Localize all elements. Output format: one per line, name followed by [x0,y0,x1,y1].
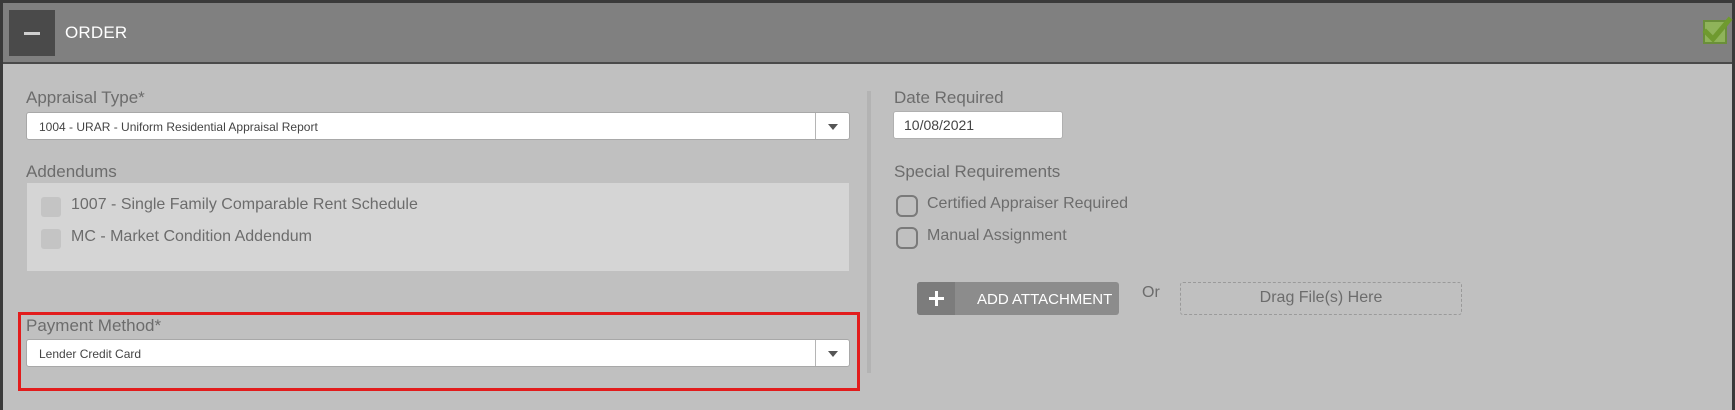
or-label: Or [1142,284,1160,301]
manual-assignment-label: Manual Assignment [927,227,1067,244]
column-divider [867,91,871,373]
payment-method-select[interactable]: Lender Credit Card [26,339,850,367]
order-panel: ORDER Appraisal Type* 1004 - URAR - Unif… [0,0,1735,410]
date-required-label: Date Required [894,88,1004,107]
addendum-checkbox[interactable] [41,229,61,249]
certified-appraiser-checkbox[interactable] [896,195,918,217]
addendums-list: 1007 - Single Family Comparable Rent Sch… [27,183,849,271]
panel-title: ORDER [65,23,128,42]
payment-method-value: Lender Credit Card [39,347,142,361]
appraisal-type-select[interactable]: 1004 - URAR - Uniform Residential Apprai… [26,112,850,140]
add-attachment-label: ADD ATTACHMENT [977,291,1113,308]
addendum-label: 1007 - Single Family Comparable Rent Sch… [71,196,418,213]
chevron-down-icon[interactable] [815,113,849,139]
add-attachment-button[interactable]: ADD ATTACHMENT [917,282,1119,315]
date-required-input[interactable]: 10/08/2021 [893,111,1063,139]
file-drop-zone[interactable]: Drag File(s) Here [1180,282,1462,315]
collapse-button[interactable] [9,10,55,56]
chevron-down-icon[interactable] [815,340,849,366]
certified-appraiser-label: Certified Appraiser Required [927,195,1128,212]
addendum-checkbox[interactable] [41,197,61,217]
date-required-value: 10/08/2021 [904,117,975,133]
appraisal-type-label: Appraisal Type* [26,88,145,107]
manual-assignment-checkbox[interactable] [896,227,918,249]
payment-method-label: Payment Method* [26,316,162,335]
addendums-label: Addendums [26,162,117,181]
panel-header: ORDER [3,3,1733,64]
check-icon [1702,16,1733,43]
plus-icon [917,282,955,315]
appraisal-type-value: 1004 - URAR - Uniform Residential Apprai… [39,120,318,134]
drop-zone-label: Drag File(s) Here [1259,289,1383,306]
special-requirements-label: Special Requirements [894,162,1061,181]
addendum-label: MC - Market Condition Addendum [71,228,312,245]
